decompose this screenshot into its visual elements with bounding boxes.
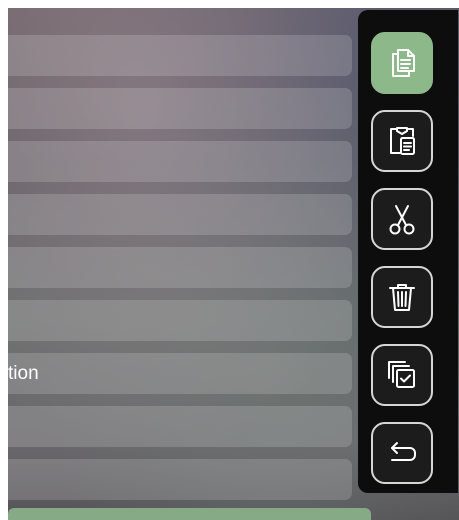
list-item[interactable] — [8, 88, 352, 129]
list-item[interactable] — [8, 194, 352, 235]
delete-button[interactable] — [371, 266, 433, 328]
copy-button[interactable] — [371, 32, 433, 94]
cut-button[interactable] — [371, 188, 433, 250]
list-item[interactable] — [8, 300, 352, 341]
list-item[interactable]: tion — [8, 353, 352, 394]
paste-button[interactable] — [371, 110, 433, 172]
list-item[interactable] — [8, 141, 352, 182]
back-arrow-icon — [391, 442, 416, 461]
paste-icon — [390, 127, 415, 155]
bottom-action-bar[interactable] — [8, 508, 371, 520]
edit-toolbar — [358, 10, 458, 493]
list-item[interactable] — [8, 406, 352, 447]
copy-icon — [392, 49, 415, 77]
select-all-icon — [388, 361, 415, 388]
select-all-button[interactable] — [371, 344, 433, 406]
list-item[interactable] — [8, 35, 352, 76]
list-item[interactable] — [8, 459, 352, 500]
list-item-label: tion — [8, 363, 39, 384]
back-button[interactable] — [371, 422, 433, 484]
trash-icon — [389, 284, 415, 311]
list-item[interactable] — [8, 247, 352, 288]
scissors-icon — [389, 205, 415, 235]
